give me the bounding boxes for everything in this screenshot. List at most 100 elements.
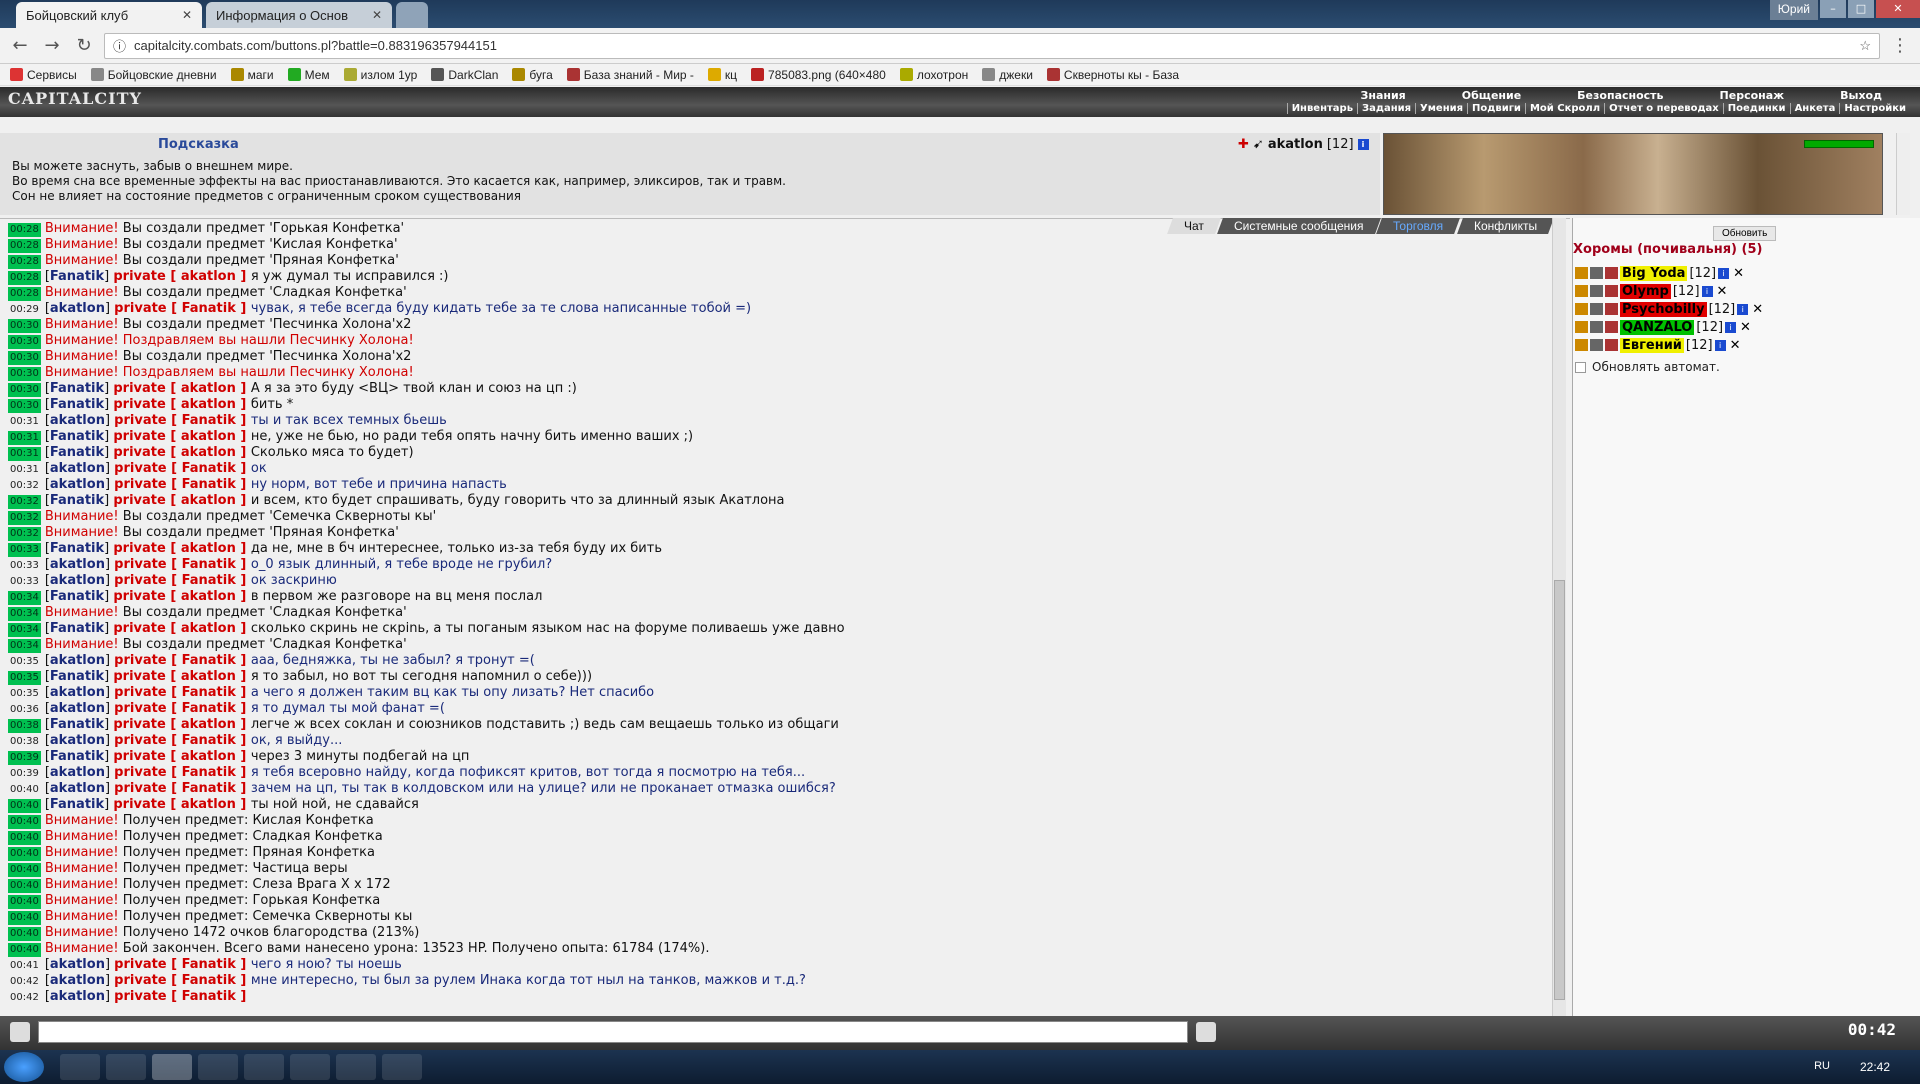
bookmark-item[interactable]: DarkClan [431, 68, 498, 82]
timestamp[interactable]: 00:39 [8, 751, 41, 765]
sub-menu-item[interactable]: Задания [1357, 103, 1415, 114]
scrollbar[interactable] [1896, 133, 1910, 215]
sender-nick[interactable]: akatlon [50, 685, 105, 700]
attack-icon[interactable]: ✕ [1717, 284, 1728, 299]
sender-nick[interactable]: Fanatik [50, 717, 104, 732]
sender-nick[interactable]: Fanatik [50, 621, 104, 636]
sender-nick[interactable]: Fanatik [50, 589, 104, 604]
attack-icon[interactable]: ✕ [1740, 320, 1751, 335]
bookmark-item[interactable]: Мем [287, 68, 330, 82]
sender-nick[interactable]: Fanatik [50, 541, 104, 556]
timestamp[interactable]: 00:38 [8, 719, 41, 733]
timestamp[interactable]: 00:32 [8, 511, 41, 525]
timestamp[interactable]: 00:33 [8, 559, 41, 573]
sender-nick[interactable]: akatlon [50, 989, 105, 1004]
private-recipient[interactable]: [ Fanatik ] [167, 461, 251, 476]
private-recipient[interactable]: [ akatlon ] [166, 589, 251, 604]
sender-nick[interactable]: akatlon [50, 557, 105, 572]
private-recipient[interactable]: [ Fanatik ] [167, 653, 251, 668]
top-menu-item[interactable]: Общение [1434, 87, 1549, 104]
bookmark-item[interactable]: 785083.png (640×480 [751, 68, 886, 82]
profile-button[interactable]: Юрий [1769, 0, 1818, 20]
private-recipient[interactable]: [ akatlon ] [166, 669, 251, 684]
private-recipient[interactable]: [ akatlon ] [166, 717, 251, 732]
timestamp[interactable]: 00:33 [8, 543, 41, 557]
top-menu-item[interactable]: Персонаж [1692, 87, 1813, 104]
tab-info[interactable]: Информация о Основ ✕ [206, 2, 392, 28]
timestamp[interactable]: 00:35 [8, 687, 41, 701]
tab-trade[interactable]: Торговля [1376, 218, 1461, 234]
game-client-icon[interactable] [290, 1054, 330, 1080]
timestamp[interactable]: 00:28 [8, 255, 41, 269]
timestamp[interactable]: 00:42 [8, 991, 41, 1005]
forward-icon[interactable]: → [40, 35, 64, 56]
private-recipient[interactable]: [ akatlon ] [166, 797, 251, 812]
chat-mode-icon[interactable] [10, 1022, 30, 1042]
timestamp[interactable]: 00:31 [8, 447, 41, 461]
attack-icon[interactable]: ✕ [1752, 302, 1763, 317]
sender-nick[interactable]: akatlon [50, 653, 105, 668]
timestamp[interactable]: 00:40 [8, 911, 41, 925]
timestamp[interactable]: 00:28 [8, 223, 41, 237]
back-icon[interactable]: ← [8, 35, 32, 56]
sub-menu-item[interactable]: Подвиги [1467, 103, 1525, 114]
sub-menu-item[interactable]: Поединки [1722, 103, 1790, 114]
timestamp[interactable]: 00:39 [8, 767, 41, 781]
timestamp[interactable]: 00:32 [8, 495, 41, 509]
bookmark-item[interactable]: буга [512, 68, 553, 82]
timestamp[interactable]: 00:38 [8, 735, 41, 749]
new-tab-button[interactable] [396, 2, 428, 28]
private-recipient[interactable]: [ akatlon ] [166, 381, 251, 396]
info-icon[interactable]: i [1714, 339, 1726, 351]
private-recipient[interactable]: [ akatlon ] [166, 493, 251, 508]
private-recipient[interactable]: [ akatlon ] [166, 397, 251, 412]
private-recipient[interactable]: [ Fanatik ] [167, 557, 251, 572]
auto-refresh-checkbox[interactable] [1575, 361, 1586, 373]
info-icon[interactable]: i [1701, 285, 1713, 297]
player-row[interactable]: Big Yoda [12] i ✕ [1575, 264, 1763, 282]
sender-nick[interactable]: Fanatik [50, 669, 104, 684]
bookmark-item[interactable]: излом 1ур [343, 68, 417, 82]
tab-system-messages[interactable]: Системные сообщения [1216, 218, 1381, 234]
timestamp[interactable]: 00:40 [8, 895, 41, 909]
current-user[interactable]: ✚ ➹ akatlon [12] i [1238, 137, 1369, 152]
bookmark-item[interactable]: Скверноты кы - База [1046, 68, 1179, 82]
player-row[interactable]: Евгений [12] i ✕ [1575, 336, 1763, 354]
private-recipient[interactable]: [ Fanatik ] [167, 573, 251, 588]
player-row[interactable]: Psychobilly [12] i ✕ [1575, 300, 1763, 318]
timestamp[interactable]: 00:33 [8, 575, 41, 589]
private-recipient[interactable]: [ Fanatik ] [167, 989, 246, 1004]
sender-nick[interactable]: Fanatik [50, 493, 104, 508]
timestamp[interactable]: 00:35 [8, 655, 41, 669]
tab-conflicts[interactable]: Конфликты [1456, 218, 1554, 234]
attack-icon[interactable]: ✕ [1730, 338, 1741, 353]
minimize-button[interactable]: – [1820, 0, 1846, 18]
private-recipient[interactable]: [ Fanatik ] [167, 477, 251, 492]
info-icon[interactable]: i [1718, 267, 1730, 279]
private-recipient[interactable]: [ Fanatik ] [167, 733, 251, 748]
private-recipient[interactable]: [ akatlon ] [166, 621, 251, 636]
bookmark-item[interactable]: Сервисы [10, 68, 77, 82]
sender-nick[interactable]: akatlon [50, 413, 105, 428]
sub-menu-item[interactable]: Мой Скролл [1524, 103, 1604, 114]
bookmark-star-icon[interactable]: ☆ [1859, 38, 1871, 54]
timestamp[interactable]: 00:30 [8, 367, 41, 381]
sender-nick[interactable]: akatlon [50, 301, 105, 316]
timestamp[interactable]: 00:42 [8, 975, 41, 989]
private-recipient[interactable]: [ akatlon ] [166, 429, 251, 444]
private-recipient[interactable]: [ Fanatik ] [167, 781, 251, 796]
sender-nick[interactable]: Fanatik [50, 797, 104, 812]
private-recipient[interactable]: [ akatlon ] [166, 445, 251, 460]
timestamp[interactable]: 00:40 [8, 831, 41, 845]
info-icon[interactable]: ⓘ [113, 36, 126, 55]
timestamp[interactable]: 00:29 [8, 303, 41, 317]
sender-nick[interactable]: akatlon [50, 957, 105, 972]
auto-refresh-option[interactable]: Обновлять автомат. [1575, 360, 1720, 374]
timestamp[interactable]: 00:30 [8, 399, 41, 413]
private-recipient[interactable]: [ Fanatik ] [167, 973, 251, 988]
timestamp[interactable]: 00:40 [8, 879, 41, 893]
timestamp[interactable]: 00:40 [8, 815, 41, 829]
url-input[interactable]: ⓘ capitalcity.combats.com/buttons.pl?bat… [104, 32, 1880, 59]
app-icon[interactable] [244, 1054, 284, 1080]
top-menu-item[interactable]: Знания [1333, 87, 1434, 104]
